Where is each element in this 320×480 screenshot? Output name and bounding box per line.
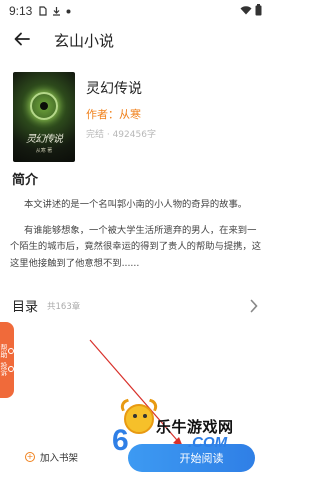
mascot-eye [133, 414, 137, 418]
watermark-logo: 6 乐牛游戏网 .COM [110, 398, 270, 457]
add-to-shelf-label: 加入书架 [40, 453, 79, 464]
plus-icon: + [25, 452, 35, 462]
mascot-eye [143, 414, 147, 418]
watermark-number: 6 [112, 424, 129, 457]
watermark-domain: .COM [188, 434, 228, 451]
add-to-shelf-button[interactable]: + 加入书架 [25, 450, 78, 464]
mascot-icon [124, 404, 154, 434]
